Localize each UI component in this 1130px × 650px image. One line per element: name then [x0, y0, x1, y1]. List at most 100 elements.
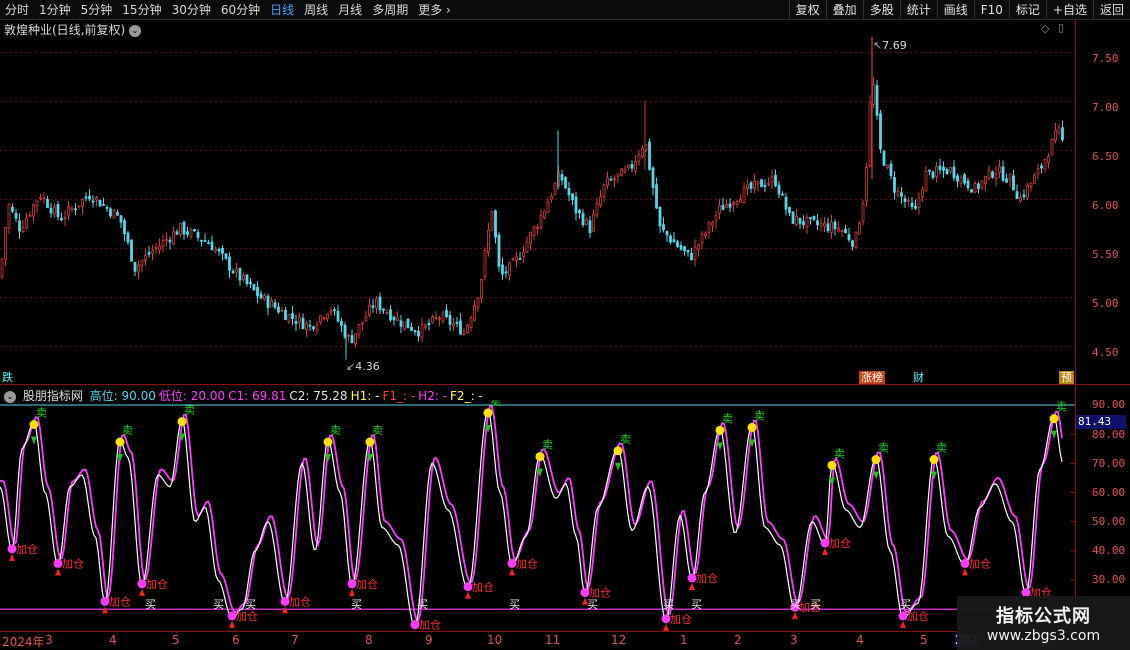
period-tab-10[interactable]: 更多 › [413, 1, 456, 18]
candle-body [301, 317, 305, 330]
price-tick-label: 6.50 [1092, 150, 1119, 163]
toolbar-button-7[interactable]: +自选 [1045, 0, 1093, 20]
period-tab-2[interactable]: 5分钟 [76, 1, 118, 18]
sell-label: 卖 [834, 447, 845, 460]
candle-body [518, 257, 522, 260]
badge-forecast[interactable]: 预 [1059, 371, 1074, 384]
candle-body [406, 318, 410, 329]
candle-body [931, 171, 935, 178]
sell-arrow [615, 462, 621, 471]
candle-body [490, 211, 494, 231]
candle-body [924, 171, 928, 192]
sell-arrow [31, 436, 37, 445]
toolbar-button-4[interactable]: 画线 [936, 0, 974, 20]
period-tab-6[interactable]: 日线 [265, 1, 299, 18]
candle-body [1008, 173, 1012, 181]
candle-body [18, 220, 21, 232]
period-tab-4[interactable]: 30分钟 [167, 1, 216, 18]
candle-body [95, 197, 98, 201]
candle-body [637, 154, 641, 162]
sell-label: 卖 [878, 442, 889, 455]
sell-arrow [873, 471, 879, 480]
candle-body [238, 268, 242, 281]
candle-body [0, 258, 4, 278]
candle-body [739, 199, 742, 203]
candle-body [707, 221, 711, 233]
price-axis-line [1075, 20, 1076, 384]
diamond-icon[interactable]: ◇ [1041, 22, 1049, 35]
candle-body [560, 174, 564, 181]
window-icon[interactable]: ▯ [1058, 21, 1064, 34]
candle-body [385, 312, 389, 315]
period-tab-9[interactable]: 多周期 [367, 1, 413, 18]
candle-body [252, 284, 256, 291]
period-tab-5[interactable]: 60分钟 [216, 1, 265, 18]
period-tab-1[interactable]: 1分钟 [34, 1, 76, 18]
toolbar-button-2[interactable]: 多股 [862, 0, 900, 20]
buy-label: 买 [509, 598, 520, 611]
candle-body [200, 239, 203, 242]
price-tick-label: 5.00 [1092, 297, 1119, 310]
candle-body [420, 324, 424, 338]
candle-body [592, 214, 595, 232]
toolbar-button-1[interactable]: 叠加 [825, 0, 863, 20]
badge-down[interactable]: 跌 [0, 371, 15, 384]
add-label: 加仓 [146, 577, 168, 591]
candle-body [172, 231, 175, 245]
add-label: 加仓 [289, 594, 311, 608]
low-price-value: 4.36 [355, 360, 380, 373]
candle-body [938, 165, 942, 171]
high-price-value: 7.69 [882, 39, 907, 52]
candle-body [714, 215, 718, 222]
toolbar-button-5[interactable]: F10 [973, 0, 1009, 20]
badge-finance[interactable]: 财 [911, 371, 926, 384]
chevron-down-icon[interactable]: ⌄ [129, 24, 142, 37]
candle-body [441, 312, 445, 322]
peak-marker [747, 422, 757, 432]
candle-body [588, 220, 592, 234]
peak-marker [929, 455, 939, 464]
peak-marker [115, 437, 125, 447]
date-label: 3 [45, 633, 53, 647]
candle-body [816, 220, 819, 225]
indicator-chart[interactable]: 卖卖卖卖 卖卖卖 卖卖 卖卖卖卖卖加仓加仓加仓加仓加仓加仓加仓加仓加仓加仓加仓加仓加仓… [0, 400, 1075, 631]
candle-body [1022, 194, 1026, 198]
period-tab-3[interactable]: 15分钟 [117, 1, 166, 18]
date-label: 6 [232, 633, 240, 647]
candle-body [830, 221, 833, 233]
candle-body [774, 174, 777, 186]
high-price-label: ↖7.69 [873, 39, 907, 52]
candle-body [879, 113, 882, 150]
candle-body [469, 317, 473, 328]
candle-body [525, 241, 529, 253]
badge-limit-up[interactable]: 涨榜 [859, 371, 885, 384]
toolbar-button-6[interactable]: 标记 [1008, 0, 1046, 20]
candle-body [291, 313, 294, 320]
candle-body [602, 184, 606, 197]
candle-body [994, 173, 998, 179]
candle-body [315, 324, 319, 331]
toolbar-button-8[interactable]: 返回 [1092, 0, 1130, 20]
candle-body [721, 205, 725, 211]
date-label: 4 [109, 633, 117, 647]
candle-body [231, 270, 235, 274]
add-label: 加仓 [109, 594, 131, 608]
candle-body [711, 222, 714, 226]
period-tab-0[interactable]: 分时 [0, 1, 34, 18]
price-chart[interactable] [0, 37, 1075, 368]
candle-body [809, 217, 812, 219]
candle-body [858, 222, 861, 235]
candle-body [431, 316, 434, 323]
candle-body [154, 247, 158, 249]
toolbar-button-3[interactable]: 统计 [899, 0, 937, 20]
candle-body [49, 207, 53, 214]
candle-body [942, 166, 945, 171]
candle-body [133, 261, 137, 272]
period-tab-8[interactable]: 月线 [333, 1, 367, 18]
toolbar-button-0[interactable]: 复权 [788, 0, 826, 20]
candle-body [39, 197, 42, 200]
period-tab-7[interactable]: 周线 [299, 1, 333, 18]
buy-label: 买 [145, 598, 156, 611]
candle-body [1057, 127, 1061, 134]
candle-body [648, 141, 651, 170]
